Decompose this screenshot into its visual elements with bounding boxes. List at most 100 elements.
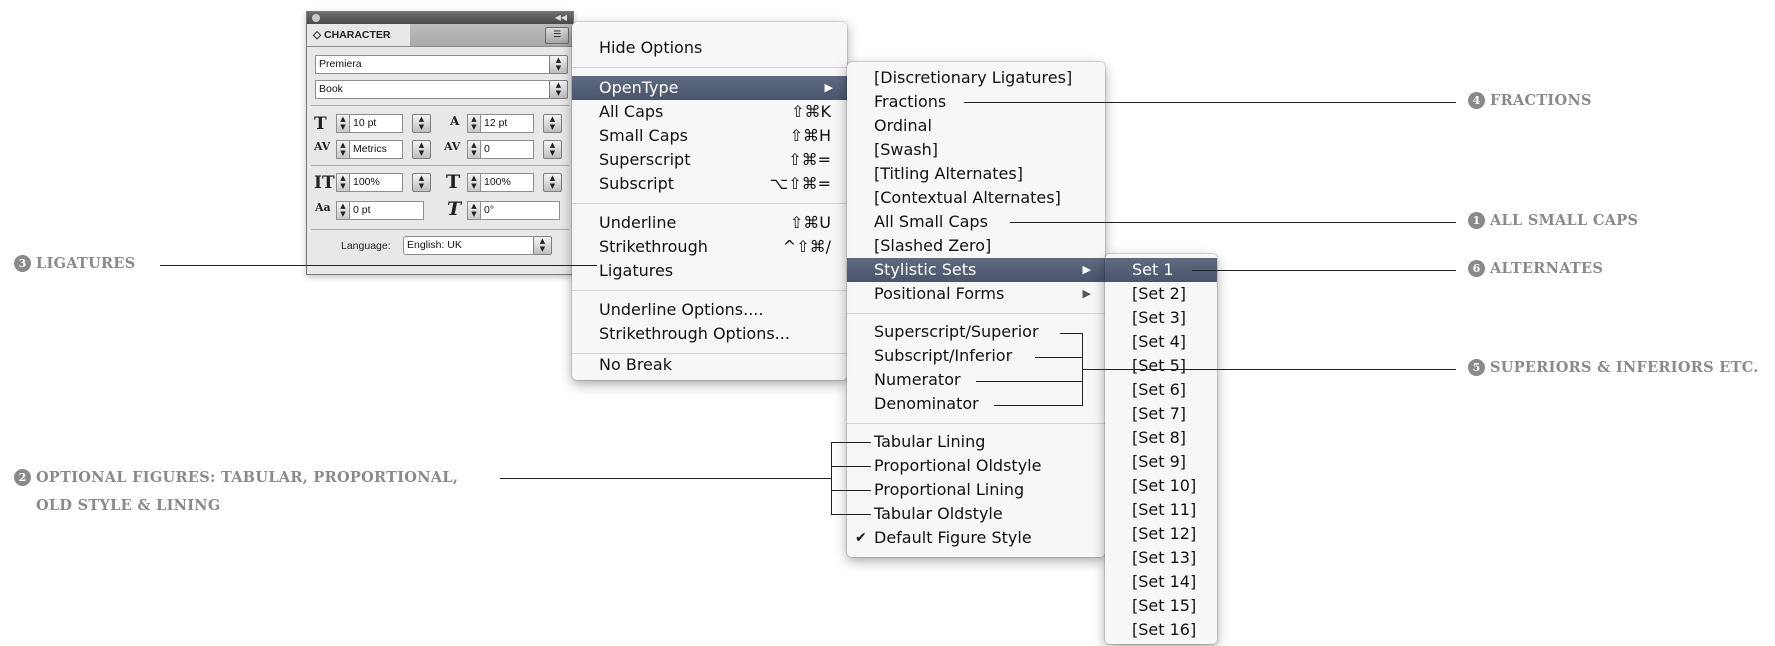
leader-line-superiors: [1082, 369, 1456, 370]
close-icon[interactable]: [312, 14, 320, 22]
submenu-arrow-icon: ▶: [1082, 287, 1091, 300]
annotation-number-badge: 5: [1468, 359, 1485, 376]
menu-item-set-4[interactable]: [Set 4]: [1105, 330, 1217, 354]
leader-line-figures: [831, 442, 871, 443]
annotation-alternates: 6 ALTERNATES: [1468, 260, 1603, 277]
leading-field[interactable]: 12 pt: [480, 114, 534, 133]
leader-line-superiors: [1060, 333, 1083, 334]
menu-item-positional-forms[interactable]: Positional Forms ▶: [847, 282, 1105, 306]
menu-item-stylistic-sets[interactable]: Stylistic Sets ▶: [847, 258, 1105, 282]
leading-dropdown-icon[interactable]: ▲ ▼: [543, 114, 562, 133]
font-size-dropdown-icon[interactable]: ▲ ▼: [412, 114, 431, 133]
menu-item-swash[interactable]: [Swash]: [847, 138, 1105, 162]
kerning-stepper[interactable]: ▲ ▼: [336, 140, 350, 159]
annotation-optional-figures-line2: OLD STYLE & LINING: [36, 497, 221, 514]
tracking-field[interactable]: 0: [480, 140, 534, 159]
annotation-all-small-caps: 1 ALL SMALL CAPS: [1468, 212, 1638, 229]
panel-menu-icon[interactable]: ☰: [545, 27, 569, 44]
menu-item-numerator[interactable]: Numerator: [847, 368, 1105, 392]
panel-titlebar[interactable]: ◀◀: [307, 12, 573, 24]
annotation-number-badge: 2: [14, 469, 31, 486]
menu-item-default-figure-style[interactable]: ✔ Default Figure Style: [847, 526, 1105, 550]
baseline-shift-icon: Aa: [315, 201, 331, 214]
menu-item-no-break[interactable]: No Break: [572, 353, 847, 377]
menu-item-set-8[interactable]: [Set 8]: [1105, 426, 1217, 450]
menu-item-strikethrough-options[interactable]: Strikethrough Options...: [572, 322, 847, 346]
font-family-field[interactable]: Premiera: [315, 55, 551, 74]
menu-item-superscript[interactable]: Superscript ⇧⌘=: [572, 148, 847, 172]
menu-item-all-caps[interactable]: All Caps ⇧⌘K: [572, 100, 847, 124]
font-family-dropdown-icon[interactable]: ▲ ▼: [549, 55, 568, 74]
annotation-optional-figures: 2 OPTIONAL FIGURES: TABULAR, PROPORTIONAL…: [14, 469, 458, 486]
kerning-dropdown-icon[interactable]: ▲ ▼: [412, 140, 431, 159]
baseline-shift-stepper[interactable]: ▲ ▼: [336, 201, 350, 220]
font-size-icon: T: [314, 114, 327, 134]
menu-item-tabular-oldstyle[interactable]: Tabular Oldstyle: [847, 502, 1105, 526]
menu-item-set-6[interactable]: [Set 6]: [1105, 378, 1217, 402]
menu-item-subscript-inferior[interactable]: Subscript/Inferior: [847, 344, 1105, 368]
menu-item-slashed-zero[interactable]: [Slashed Zero]: [847, 234, 1105, 258]
menu-item-titling-alternates[interactable]: [Titling Alternates]: [847, 162, 1105, 186]
language-select[interactable]: English: UK: [403, 236, 535, 255]
menu-item-strikethrough[interactable]: Strikethrough ^⇧⌘/: [572, 235, 847, 259]
horizontal-scale-field[interactable]: 100%: [480, 173, 534, 192]
menu-item-superscript-superior[interactable]: Superscript/Superior: [847, 320, 1105, 344]
font-size-field[interactable]: 10 pt: [349, 114, 403, 133]
menu-item-proportional-lining[interactable]: Proportional Lining: [847, 478, 1105, 502]
leader-line-figures: [831, 490, 871, 491]
menu-item-small-caps[interactable]: Small Caps ⇧⌘H: [572, 124, 847, 148]
menu-separator: [847, 423, 1105, 424]
menu-separator: [572, 67, 847, 68]
menu-item-discretionary-ligatures[interactable]: [Discretionary Ligatures]: [847, 66, 1105, 90]
menu-item-set-16[interactable]: [Set 16]: [1105, 618, 1217, 642]
menu-item-set-2[interactable]: [Set 2]: [1105, 282, 1217, 306]
leader-line-fractions: [964, 102, 1456, 103]
vertical-scale-field[interactable]: 100%: [349, 173, 403, 192]
kerning-icon: AV: [314, 140, 331, 153]
leading-stepper[interactable]: ▲ ▼: [467, 114, 481, 133]
menu-item-set-3[interactable]: [Set 3]: [1105, 306, 1217, 330]
collapse-icon[interactable]: ◀◀: [555, 12, 567, 24]
menu-item-set-10[interactable]: [Set 10]: [1105, 474, 1217, 498]
menu-item-tabular-lining[interactable]: Tabular Lining: [847, 430, 1105, 454]
leader-line-alternates: [1192, 270, 1456, 271]
vertical-scale-icon: IT: [314, 173, 335, 193]
annotation-number-badge: 6: [1468, 260, 1485, 277]
menu-item-set-5[interactable]: [Set 5]: [1105, 354, 1217, 378]
menu-item-proportional-oldstyle[interactable]: Proportional Oldstyle: [847, 454, 1105, 478]
menu-item-set-13[interactable]: [Set 13]: [1105, 546, 1217, 570]
font-style-dropdown-icon[interactable]: ▲ ▼: [549, 80, 568, 99]
menu-item-hide-options[interactable]: Hide Options: [572, 36, 847, 60]
horizontal-scale-stepper[interactable]: ▲ ▼: [467, 173, 481, 192]
menu-item-set-7[interactable]: [Set 7]: [1105, 402, 1217, 426]
baseline-shift-field[interactable]: 0 pt: [349, 201, 424, 220]
skew-stepper[interactable]: ▲ ▼: [467, 201, 481, 220]
menu-item-set-14[interactable]: [Set 14]: [1105, 570, 1217, 594]
tracking-stepper[interactable]: ▲ ▼: [467, 140, 481, 159]
horizontal-scale-dropdown-icon[interactable]: ▲ ▼: [543, 173, 562, 192]
menu-item-subscript[interactable]: Subscript ⌥⇧⌘=: [572, 172, 847, 196]
tab-character[interactable]: ◇ CHARACTER: [307, 24, 410, 46]
menu-item-underline-options[interactable]: Underline Options....: [572, 298, 847, 322]
font-size-stepper[interactable]: ▲ ▼: [336, 114, 350, 133]
font-style-field[interactable]: Book: [315, 80, 551, 99]
menu-item-set-11[interactable]: [Set 11]: [1105, 498, 1217, 522]
menu-item-denominator[interactable]: Denominator: [847, 392, 1105, 416]
tracking-dropdown-icon[interactable]: ▲ ▼: [543, 140, 562, 159]
menu-item-set-9[interactable]: [Set 9]: [1105, 450, 1217, 474]
leader-line-superiors: [1035, 357, 1083, 358]
leader-line-all-small-caps: [1010, 222, 1456, 223]
menu-item-contextual-alternates[interactable]: [Contextual Alternates]: [847, 186, 1105, 210]
menu-item-underline[interactable]: Underline ⇧⌘U: [572, 211, 847, 235]
language-dropdown-icon[interactable]: ▲ ▼: [533, 236, 552, 255]
vertical-scale-dropdown-icon[interactable]: ▲ ▼: [412, 173, 431, 192]
menu-item-set-12[interactable]: [Set 12]: [1105, 522, 1217, 546]
menu-item-ordinal[interactable]: Ordinal: [847, 114, 1105, 138]
kerning-field[interactable]: Metrics: [349, 140, 403, 159]
vertical-scale-stepper[interactable]: ▲ ▼: [336, 173, 350, 192]
skew-field[interactable]: 0°: [480, 201, 560, 220]
menu-item-opentype[interactable]: OpenType ▶: [572, 76, 847, 100]
menu-separator: [847, 313, 1105, 314]
menu-item-set-15[interactable]: [Set 15]: [1105, 594, 1217, 618]
menu-item-ligatures[interactable]: Ligatures: [572, 259, 847, 283]
